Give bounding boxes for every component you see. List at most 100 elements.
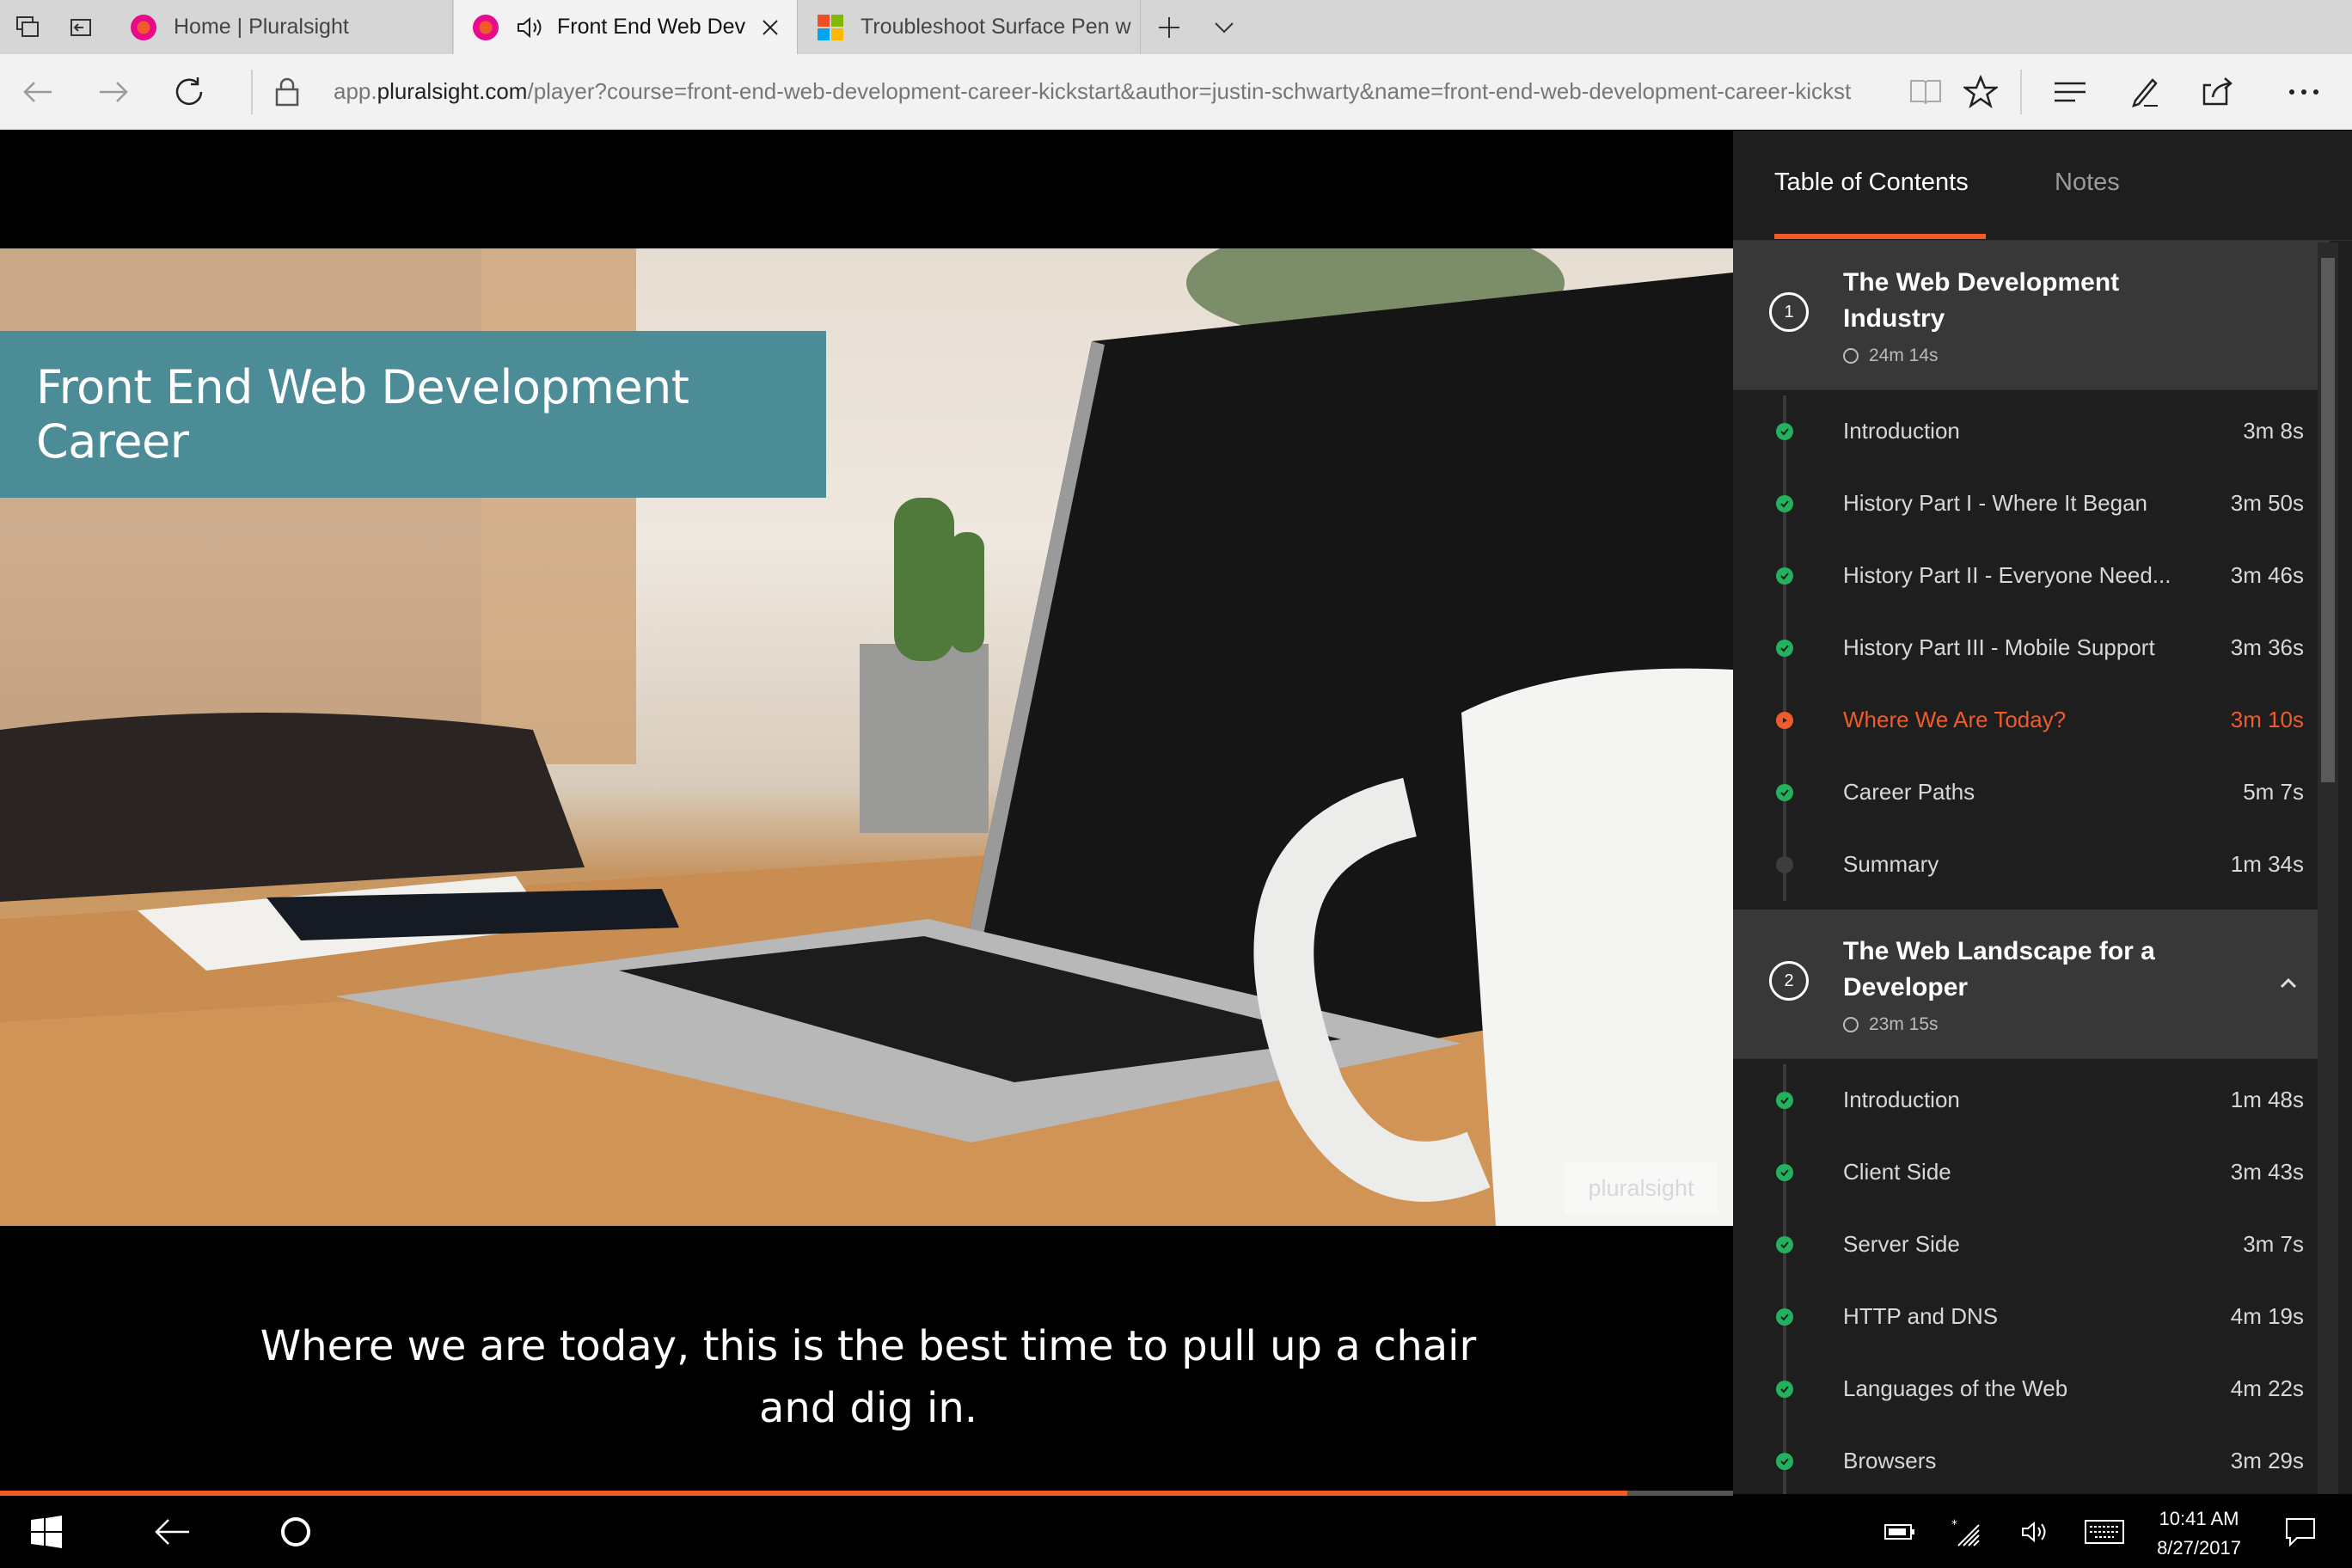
clip-item[interactable]: Where We Are Today? 3m 10s	[1733, 684, 2330, 756]
clip-item[interactable]: History Part III - Mobile Support 3m 36s	[1733, 612, 2330, 684]
tab-home-pluralsight[interactable]: Home | Pluralsight	[112, 0, 453, 54]
clip-item[interactable]: Summary 1m 34s	[1733, 829, 2330, 901]
system-clock[interactable]: 10:41 AM 8/27/2017	[2139, 1504, 2259, 1563]
caption-line-1: Where we are today, this is the best tim…	[260, 1322, 1477, 1370]
share-icon[interactable]	[2197, 71, 2239, 113]
action-center-icon[interactable]	[2280, 1511, 2321, 1553]
clip-duration: 4m 19s	[2230, 1303, 2304, 1329]
chevron-up-icon[interactable]	[2276, 971, 2300, 995]
module-duration-text: 24m 14s	[1869, 346, 1939, 365]
more-options-icon[interactable]	[2283, 71, 2324, 113]
module-title: The Web Landscape for a Developer	[1843, 934, 2221, 1006]
tab-troubleshoot-surface-pen[interactable]: Troubleshoot Surface Pen w	[799, 0, 1141, 54]
clip-item[interactable]: Client Side 3m 43s	[1733, 1136, 2330, 1209]
play-icon	[1776, 712, 1793, 729]
clip-duration: 3m 10s	[2230, 707, 2304, 732]
clip-title: History Part II - Everyone Need...	[1843, 562, 2171, 588]
caption-line-2: and dig in.	[758, 1384, 978, 1432]
clip-duration: 3m 43s	[2230, 1159, 2304, 1185]
clip-title: Career Paths	[1843, 779, 1975, 805]
tab-notes[interactable]: Notes	[2055, 168, 2120, 197]
module-title-line-1: The Web Landscape for a	[1843, 937, 2155, 965]
volume-icon[interactable]	[2018, 1511, 2053, 1553]
module-header[interactable]: 2 The Web Landscape for a Developer 23m 15s	[1733, 910, 2330, 1059]
module-number-icon: 1	[1769, 292, 1809, 332]
tab-manager-icon[interactable]	[12, 12, 43, 43]
course-sidebar: Table of Contents Notes 1 The Web Develop…	[1733, 131, 2352, 1494]
check-icon	[1776, 1453, 1793, 1470]
battery-icon[interactable]	[1883, 1511, 1917, 1553]
scrollbar-thumb[interactable]	[2321, 258, 2335, 782]
pluralsight-icon	[131, 14, 156, 40]
clip-title: Introduction	[1843, 1087, 1960, 1112]
lock-icon[interactable]	[266, 71, 308, 113]
clip-duration: 3m 50s	[2230, 490, 2304, 516]
clip-duration: 3m 8s	[2243, 418, 2304, 444]
check-icon	[1776, 495, 1793, 512]
forward-button[interactable]	[93, 71, 134, 113]
refresh-button[interactable]	[168, 71, 210, 113]
web-note-pen-icon[interactable]	[2123, 71, 2165, 113]
check-icon	[1776, 1236, 1793, 1253]
clip-title: Summary	[1843, 851, 1939, 877]
clock-icon	[1843, 348, 1859, 364]
pluralsight-watermark: pluralsight	[1565, 1162, 1718, 1214]
toolbar-divider	[251, 70, 253, 114]
module-duration-text: 23m 15s	[1869, 1014, 1939, 1034]
sidebar-tabs: Table of Contents Notes	[1733, 131, 2352, 241]
wifi-icon[interactable]: *	[1948, 1511, 1982, 1553]
url-domain: pluralsight.com	[377, 78, 528, 104]
tab-preview-chevron-down-icon[interactable]	[1209, 12, 1240, 43]
clip-item[interactable]: History Part II - Everyone Need... 3m 46s	[1733, 540, 2330, 612]
module-duration: 23m 15s	[1843, 1014, 1939, 1035]
clip-item[interactable]: Introduction 3m 8s	[1733, 395, 2330, 468]
close-tab-icon[interactable]	[761, 18, 780, 37]
speaker-icon[interactable]	[516, 15, 545, 40]
video-player[interactable]: Front End Web Development Career plurals…	[0, 131, 1733, 1494]
clip-item[interactable]: Browsers 3m 29s	[1733, 1425, 2330, 1494]
video-frame[interactable]: Front End Web Development Career plurals…	[0, 248, 1733, 1226]
touch-keyboard-icon[interactable]	[2084, 1511, 2125, 1553]
tab-title: Front End Web Dev	[557, 15, 746, 39]
clip-item[interactable]: Languages of the Web 4m 22s	[1733, 1353, 2330, 1425]
cortana-icon[interactable]	[275, 1511, 316, 1553]
module-header[interactable]: 1 The Web Development Industry 24m 14s	[1733, 241, 2330, 390]
clip-item[interactable]: Introduction 1m 48s	[1733, 1064, 2330, 1136]
module-duration: 24m 14s	[1843, 346, 1939, 366]
sidebar-scrollbar[interactable]	[2318, 242, 2338, 1494]
taskbar-back-icon[interactable]	[151, 1511, 193, 1553]
back-button[interactable]	[17, 71, 58, 113]
clock-time: 10:41 AM	[2159, 1508, 2239, 1529]
pluralsight-icon	[473, 14, 499, 40]
check-icon	[1776, 640, 1793, 657]
clip-item[interactable]: Server Side 3m 7s	[1733, 1209, 2330, 1281]
url-path: /player?course=front-end-web-development…	[527, 78, 1852, 104]
module-title-line-2: Developer	[1843, 973, 1969, 1001]
set-tabs-aside-icon[interactable]	[65, 12, 96, 43]
clip-duration: 5m 7s	[2243, 779, 2304, 805]
clock-date: 8/27/2017	[2157, 1537, 2241, 1559]
clip-duration: 3m 46s	[2230, 562, 2304, 588]
clip-item[interactable]: History Part I - Where It Began 3m 50s	[1733, 468, 2330, 540]
address-bar-input[interactable]: app.pluralsight.com/player?course=front-…	[334, 78, 1881, 105]
reading-view-icon[interactable]	[1905, 71, 1946, 113]
hub-icon[interactable]	[2049, 71, 2091, 113]
clip-item[interactable]: HTTP and DNS 4m 19s	[1733, 1281, 2330, 1353]
clip-title: Introduction	[1843, 418, 1960, 444]
clip-duration: 1m 48s	[2230, 1087, 2304, 1112]
clip-duration: 1m 34s	[2230, 851, 2304, 877]
tab-table-of-contents[interactable]: Table of Contents	[1774, 168, 1969, 197]
clip-duration: 3m 7s	[2243, 1231, 2304, 1257]
tab-front-end-web-dev[interactable]: Front End Web Dev	[454, 0, 798, 54]
clip-title: History Part III - Mobile Support	[1843, 634, 2155, 660]
clip-item[interactable]: Career Paths 5m 7s	[1733, 756, 2330, 829]
active-tab-underline	[1774, 234, 1986, 239]
clip-title: History Part I - Where It Began	[1843, 490, 2148, 516]
watermark-text: pluralsight	[1588, 1174, 1694, 1201]
favorite-star-icon[interactable]	[1960, 71, 2001, 113]
new-tab-icon[interactable]	[1154, 12, 1185, 43]
clock-icon	[1843, 1017, 1859, 1032]
windows-start-icon[interactable]	[26, 1511, 67, 1553]
module-number-icon: 2	[1769, 961, 1809, 1001]
check-icon	[1776, 1164, 1793, 1181]
